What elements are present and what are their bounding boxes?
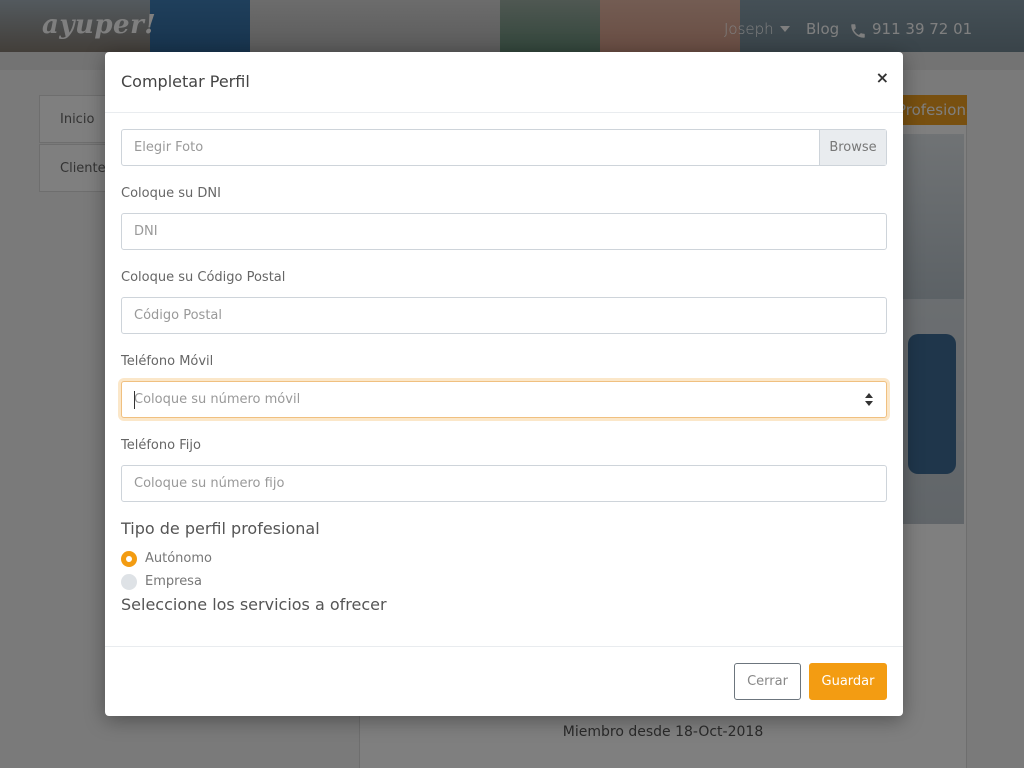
- photo-file-placeholder: Elegir Foto: [134, 140, 204, 155]
- radio-autonomo-label[interactable]: Autónomo: [145, 551, 212, 567]
- close-icon[interactable]: ×: [876, 68, 889, 87]
- stepper-up-icon[interactable]: [865, 393, 873, 398]
- landline-label: Teléfono Fijo: [121, 438, 201, 453]
- landline-field[interactable]: Coloque su número fijo: [121, 465, 887, 502]
- radio-empresa-label[interactable]: Empresa: [145, 574, 202, 590]
- dni-label: Coloque su DNI: [121, 186, 221, 201]
- radio-checked-icon[interactable]: [121, 551, 137, 567]
- postal-code-field[interactable]: Código Postal: [121, 297, 887, 334]
- profile-type-title: Tipo de perfil profesional: [121, 519, 320, 538]
- text-cursor: [134, 391, 135, 409]
- radio-unchecked-icon[interactable]: [121, 574, 137, 590]
- number-stepper[interactable]: [864, 392, 874, 408]
- browse-button[interactable]: Browse: [819, 130, 886, 165]
- services-title: Seleccione los servicios a ofrecer: [121, 595, 387, 614]
- save-button[interactable]: Guardar: [809, 663, 887, 700]
- dni-field[interactable]: DNI: [121, 213, 887, 250]
- complete-profile-modal: Completar Perfil × Elegir Foto Browse Co…: [105, 52, 903, 716]
- modal-header: Completar Perfil ×: [105, 52, 903, 113]
- photo-file-input[interactable]: Elegir Foto Browse: [121, 129, 887, 166]
- modal-title: Completar Perfil: [121, 72, 250, 91]
- mobile-phone-label: Teléfono Móvil: [121, 354, 214, 369]
- mobile-phone-field[interactable]: Coloque su número móvil: [121, 381, 887, 418]
- close-button[interactable]: Cerrar: [734, 663, 801, 700]
- mobile-phone-placeholder: Coloque su número móvil: [134, 392, 301, 407]
- stepper-down-icon[interactable]: [865, 401, 873, 406]
- postal-code-label: Coloque su Código Postal: [121, 270, 286, 285]
- modal-footer: Cerrar Guardar: [105, 646, 903, 716]
